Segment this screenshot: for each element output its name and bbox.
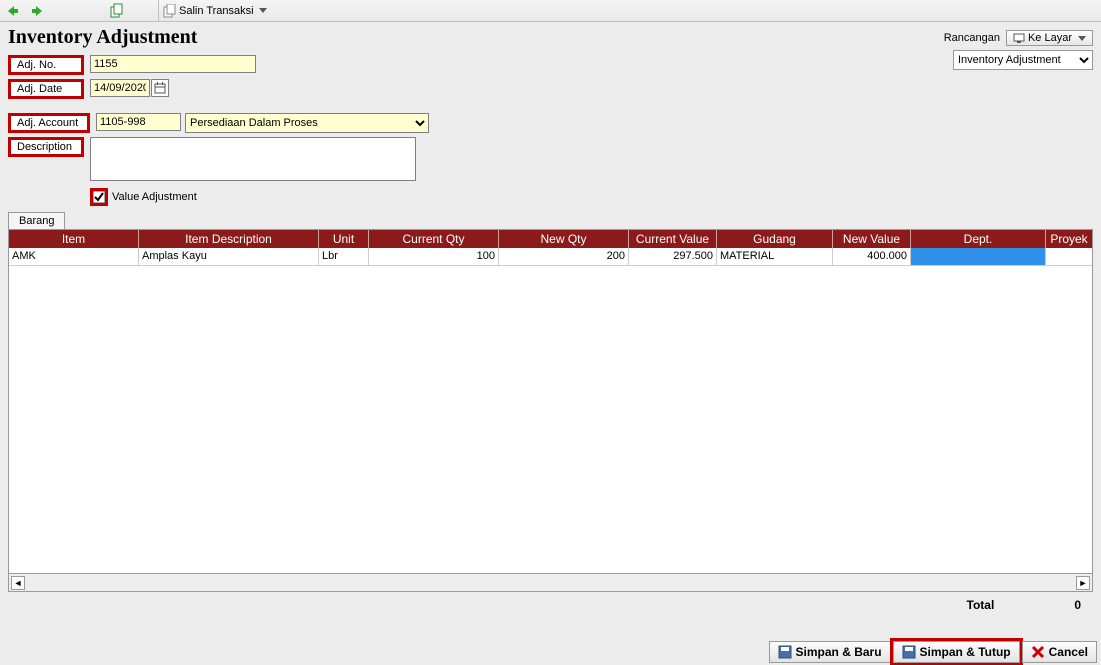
horizontal-scrollbar[interactable]: ◄ ► (8, 574, 1093, 592)
simpan-tutup-button[interactable]: Simpan & Tutup (893, 641, 1020, 663)
adj-account-input[interactable] (96, 113, 181, 131)
cell-desc[interactable]: Amplas Kayu (139, 248, 319, 266)
save-icon (902, 645, 916, 659)
screen-icon (1013, 32, 1025, 44)
page-title: Inventory Adjustment (8, 26, 1093, 49)
col-proyek[interactable]: Proyek (1046, 230, 1092, 248)
cell-unit[interactable]: Lbr (319, 248, 369, 266)
tab-barang[interactable]: Barang (8, 212, 65, 229)
rancangan-label: Rancangan (944, 32, 1000, 44)
col-gudang[interactable]: Gudang (717, 230, 833, 248)
col-item[interactable]: Item (9, 230, 139, 248)
adj-account-label: Adj. Account (8, 113, 90, 133)
col-unit[interactable]: Unit (319, 230, 369, 248)
total-label: Total (967, 598, 995, 612)
cancel-icon (1031, 645, 1045, 659)
cell-gudang[interactable]: MATERIAL (717, 248, 833, 266)
save-icon (778, 645, 792, 659)
scroll-right-icon[interactable]: ► (1076, 576, 1090, 590)
description-textarea[interactable] (90, 137, 416, 181)
chevron-down-icon (259, 8, 267, 13)
copy-icon[interactable] (108, 2, 126, 20)
cell-new-qty[interactable]: 200 (499, 248, 629, 266)
chevron-down-icon (1078, 36, 1086, 41)
total-value: 0 (1074, 598, 1081, 612)
col-dept[interactable]: Dept. (911, 230, 1046, 248)
adj-no-input[interactable] (90, 55, 256, 73)
cancel-button[interactable]: Cancel (1022, 641, 1097, 663)
grid-header: Item Item Description Unit Current Qty N… (9, 230, 1092, 248)
salin-label: Salin Transaksi (179, 5, 254, 17)
col-new-qty[interactable]: New Qty (499, 230, 629, 248)
adj-account-name-select[interactable]: Persediaan Dalam Proses (185, 113, 429, 133)
col-new-value[interactable]: New Value (833, 230, 911, 248)
calendar-icon[interactable] (151, 79, 169, 97)
cell-dept[interactable] (911, 248, 1046, 266)
cell-current-qty[interactable]: 100 (369, 248, 499, 266)
adj-no-label: Adj. No. (8, 55, 84, 75)
forward-arrow-icon[interactable] (28, 2, 46, 20)
value-adjustment-checkbox[interactable] (90, 188, 108, 206)
table-row[interactable]: AMK Amplas Kayu Lbr 100 200 297.500 MATE… (9, 248, 1092, 266)
salin-transaksi-button[interactable]: Salin Transaksi (158, 0, 271, 21)
template-select[interactable]: Inventory Adjustment (953, 50, 1093, 70)
items-grid: Item Item Description Unit Current Qty N… (8, 229, 1093, 574)
ke-layar-button[interactable]: Ke Layar (1006, 30, 1093, 46)
value-adjustment-label: Value Adjustment (112, 191, 197, 203)
adj-date-input[interactable] (90, 79, 150, 97)
top-toolbar: Salin Transaksi (0, 0, 1101, 22)
simpan-baru-button[interactable]: Simpan & Baru (769, 641, 891, 663)
description-label: Description (8, 137, 84, 157)
adj-date-label: Adj. Date (8, 79, 84, 99)
cell-proyek[interactable] (1046, 248, 1092, 266)
col-description[interactable]: Item Description (139, 230, 319, 248)
cell-current-value[interactable]: 297.500 (629, 248, 717, 266)
back-arrow-icon[interactable] (4, 2, 22, 20)
cell-new-value[interactable]: 400.000 (833, 248, 911, 266)
scroll-left-icon[interactable]: ◄ (11, 576, 25, 590)
col-current-qty[interactable]: Current Qty (369, 230, 499, 248)
cell-item[interactable]: AMK (9, 248, 139, 266)
col-current-value[interactable]: Current Value (629, 230, 717, 248)
